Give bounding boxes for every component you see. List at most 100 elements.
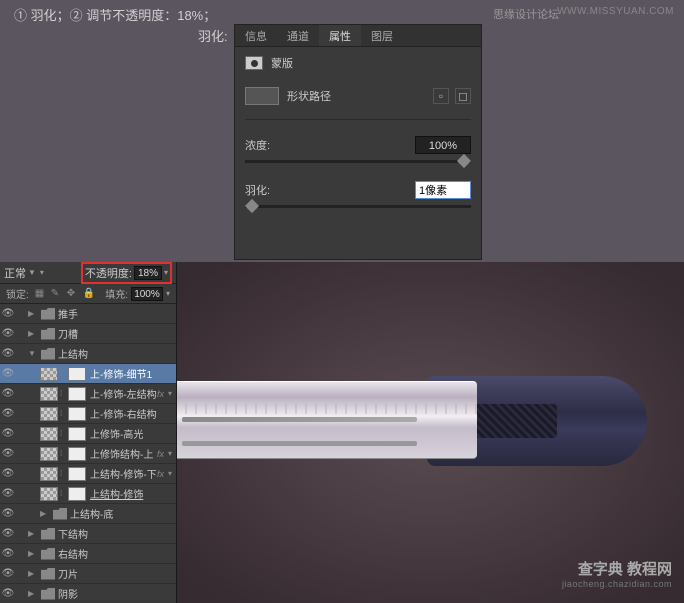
layer-name[interactable]: 下结构 [58, 526, 176, 541]
density-value[interactable]: 100% [415, 136, 471, 154]
chevron-right-icon[interactable]: ▶ [28, 569, 38, 578]
chevron-right-icon[interactable]: ▶ [40, 509, 50, 518]
mask-thumbnail[interactable] [68, 367, 86, 381]
visibility-eye-icon[interactable]: 👁 [0, 348, 16, 359]
chevron-right-icon[interactable]: ▶ [28, 529, 38, 538]
layer-row[interactable]: 👁 ⁞ 上-修饰-细节1 [0, 364, 176, 384]
layer-thumbnail[interactable] [40, 467, 58, 481]
chevron-down-icon[interactable]: ▾ [168, 469, 172, 478]
visibility-eye-icon[interactable]: 👁 [0, 568, 16, 579]
tab-channels[interactable]: 通道 [277, 25, 319, 46]
shape-swatch[interactable] [245, 87, 279, 105]
tab-layers[interactable]: 图层 [361, 25, 403, 46]
layer-name[interactable]: 阴影 [58, 586, 176, 601]
mask-thumbnail[interactable] [68, 467, 86, 481]
fx-badge[interactable]: fx [157, 469, 164, 479]
visibility-eye-icon[interactable]: 👁 [0, 448, 16, 459]
layer-thumbnail[interactable] [40, 447, 58, 461]
chevron-right-icon[interactable]: ▶ [28, 329, 38, 338]
visibility-eye-icon[interactable]: 👁 [0, 368, 16, 379]
layer-row[interactable]: 👁 ▶ 刀槽 [0, 324, 176, 344]
mask-thumbnail[interactable] [68, 447, 86, 461]
mask-icon[interactable] [245, 56, 263, 70]
layer-thumbnail[interactable] [40, 427, 58, 441]
mask-thumbnail[interactable] [68, 487, 86, 501]
layer-row[interactable]: 👁 ⁞ 上修饰结构-上fx ▾ [0, 444, 176, 464]
canvas-area[interactable]: 查字典 教程网 jiaocheng.chazidian.com [177, 262, 684, 603]
layer-row[interactable]: 👁 ▶ 阴影 [0, 584, 176, 602]
layer-row[interactable]: 👁 ▶ 右结构 [0, 544, 176, 564]
visibility-eye-icon[interactable]: 👁 [0, 488, 16, 499]
slider-thumb[interactable] [457, 154, 471, 168]
layer-name[interactable]: 上修饰结构-上 [90, 446, 157, 461]
visibility-eye-icon[interactable]: 👁 [0, 588, 16, 599]
lock-all-icon[interactable]: 🔒 [83, 288, 95, 300]
chevron-right-icon[interactable]: ▶ [28, 549, 38, 558]
layer-name[interactable]: 上-修饰-细节1 [90, 366, 176, 381]
fx-badge[interactable]: fx [157, 449, 164, 459]
link-icon[interactable]: ⁞ [60, 489, 68, 498]
layer-row[interactable]: 👁 ▶ 推手 [0, 304, 176, 324]
layer-name[interactable]: 上修饰-高光 [90, 426, 176, 441]
layer-name[interactable]: 刀槽 [58, 326, 176, 341]
chevron-down-icon[interactable]: ▾ [40, 268, 44, 277]
layer-row[interactable]: 👁 ▶ 刀片 [0, 564, 176, 584]
visibility-eye-icon[interactable]: 👁 [0, 548, 16, 559]
blend-mode-dropdown[interactable]: 正常 ▼ [4, 265, 36, 281]
layer-name[interactable]: 上-修饰-右结构 [90, 406, 176, 421]
visibility-eye-icon[interactable]: 👁 [0, 308, 16, 319]
mask-thumbnail[interactable] [68, 387, 86, 401]
chevron-down-icon[interactable]: ▾ [164, 268, 168, 277]
lock-position-icon[interactable]: ✥ [67, 288, 79, 300]
lock-transparency-icon[interactable]: ▦ [35, 288, 47, 300]
layer-name[interactable]: 上-修饰-左结构 [90, 386, 157, 401]
slider-thumb[interactable] [245, 199, 259, 213]
layer-row[interactable]: 👁▶上结构-底 [0, 504, 176, 524]
opacity-input[interactable]: 18% [134, 266, 162, 280]
layer-name[interactable]: 上结构 [58, 346, 176, 361]
mask-thumbnail[interactable] [68, 407, 86, 421]
layer-row[interactable]: 👁⁞上-修饰-左结构fx▾ [0, 384, 176, 404]
layer-name[interactable]: 刀片 [58, 566, 176, 581]
link-icon[interactable]: ⁞ [60, 389, 68, 398]
layer-name[interactable]: 上结构-修饰 [90, 486, 176, 501]
visibility-eye-icon[interactable]: 👁 [0, 468, 16, 479]
chevron-down-icon[interactable]: ▾ [168, 449, 172, 458]
chevron-right-icon[interactable]: ▶ [28, 589, 38, 598]
fill-input[interactable]: 100% [131, 287, 163, 301]
link-icon[interactable]: ⁞ [60, 369, 68, 378]
shape-crop-icon[interactable]: ◻ [455, 88, 471, 104]
visibility-eye-icon[interactable]: 👁 [0, 528, 16, 539]
link-icon[interactable]: ⁞ [60, 429, 68, 438]
layer-thumbnail[interactable] [40, 487, 58, 501]
layer-row[interactable]: 👁 ⁞ 上修饰-高光 [0, 424, 176, 444]
layer-row[interactable]: 👁 ▼ 上结构 [0, 344, 176, 364]
layer-thumbnail[interactable] [40, 407, 58, 421]
shape-select-icon[interactable]: ▫ [433, 88, 449, 104]
layer-row[interactable]: 👁 ⁞ 上-修饰-右结构 [0, 404, 176, 424]
link-icon[interactable]: ⁞ [60, 449, 68, 458]
lock-paint-icon[interactable]: ✎ [51, 288, 63, 300]
tab-info[interactable]: 信息 [235, 25, 277, 46]
fx-badge[interactable]: fx [157, 389, 164, 399]
mask-thumbnail[interactable] [68, 427, 86, 441]
visibility-eye-icon[interactable]: 👁 [0, 428, 16, 439]
visibility-eye-icon[interactable]: 👁 [0, 328, 16, 339]
tab-properties[interactable]: 属性 [319, 25, 361, 46]
layer-name[interactable]: 上结构-底 [70, 506, 176, 521]
feather-input[interactable]: 1像素 [415, 181, 471, 199]
layer-name[interactable]: 右结构 [58, 546, 176, 561]
chevron-down-icon[interactable]: ▼ [28, 349, 38, 358]
link-icon[interactable]: ⁞ [60, 469, 68, 478]
layer-name[interactable]: 上结构-修饰-下 [90, 466, 157, 481]
feather-slider[interactable] [245, 205, 471, 208]
visibility-eye-icon[interactable]: 👁 [0, 388, 16, 399]
layer-row[interactable]: 👁 ⁞ 上结构-修饰 [0, 484, 176, 504]
chevron-down-icon[interactable]: ▾ [166, 289, 170, 298]
chevron-right-icon[interactable]: ▶ [28, 309, 38, 318]
layer-name[interactable]: 推手 [58, 306, 176, 321]
layer-thumbnail[interactable] [40, 367, 58, 381]
visibility-eye-icon[interactable]: 👁 [0, 408, 16, 419]
layer-row[interactable]: 👁 ▶ 下结构 [0, 524, 176, 544]
link-icon[interactable]: ⁞ [60, 409, 68, 418]
